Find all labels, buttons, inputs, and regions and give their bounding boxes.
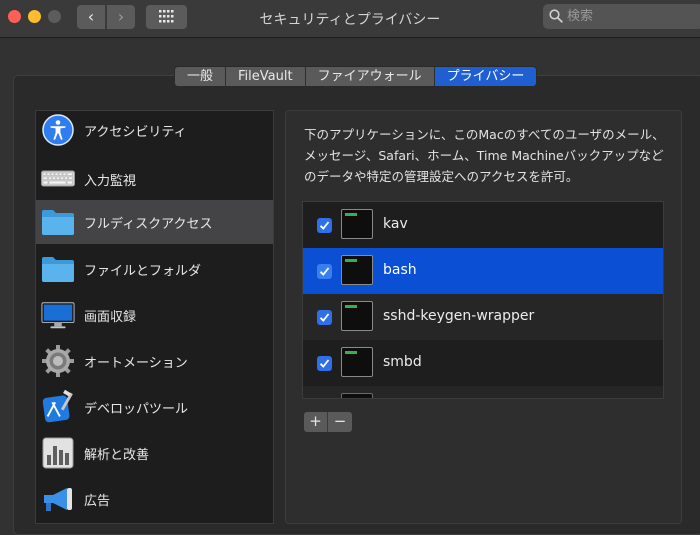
- sidebar-item-developer-tools[interactable]: デベロッパツール: [36, 385, 273, 429]
- analytics-icon: [42, 437, 74, 469]
- tab-bar: 一般 FileVault ファイアウォール プライバシー: [174, 66, 538, 87]
- app-list[interactable]: kav bash sshd-keygen-wrapper smbd: [302, 201, 664, 399]
- search-input[interactable]: [567, 7, 697, 26]
- search-field[interactable]: [543, 4, 700, 29]
- list-item[interactable]: bash: [303, 248, 663, 294]
- list-item[interactable]: sshd-keygen-wrapper: [303, 294, 663, 340]
- folder-icon: [42, 257, 74, 282]
- add-app-button[interactable]: +: [304, 412, 328, 432]
- app-name: kav: [383, 216, 408, 232]
- privacy-category-list: アクセシビリティ 入力監視 フルディスクアクセス ファイルとフォルダ 画面収録 …: [35, 110, 274, 524]
- terminal-icon: [341, 347, 373, 377]
- terminal-icon: [341, 301, 373, 331]
- remove-app-button[interactable]: −: [328, 412, 352, 432]
- sidebar-item-label: アクセシビリティ: [84, 124, 187, 140]
- terminal-icon: [341, 393, 373, 398]
- sidebar-item-full-disk-access[interactable]: フルディスクアクセス: [36, 200, 273, 244]
- tab-privacy[interactable]: プライバシー: [434, 67, 537, 86]
- megaphone-icon: [44, 488, 72, 511]
- display-icon: [41, 302, 75, 329]
- app-enabled-checkbox[interactable]: [317, 356, 332, 371]
- sidebar-item-screen-recording[interactable]: 画面収録: [36, 293, 273, 337]
- app-name: sshd-keygen-wrapper: [383, 308, 535, 324]
- terminal-icon: [341, 255, 373, 285]
- add-remove-controls: + −: [304, 412, 352, 432]
- title-bar: ‹ › セキュリティとプライバシー: [0, 0, 700, 38]
- sidebar-item-advertising[interactable]: 広告: [36, 477, 273, 521]
- sidebar-item-label: フルディスクアクセス: [84, 216, 213, 232]
- tab-general[interactable]: 一般: [175, 67, 227, 86]
- app-enabled-checkbox[interactable]: [317, 264, 332, 279]
- tab-filevault[interactable]: FileVault: [226, 67, 306, 86]
- sidebar-item-label: デベロッパツール: [84, 401, 189, 417]
- checkmark-icon: [319, 313, 330, 322]
- sidebar-item-accessibility[interactable]: アクセシビリティ: [36, 108, 273, 152]
- sidebar-item-label: 画面収録: [84, 309, 137, 325]
- sidebar-item-label: オートメーション: [84, 355, 188, 371]
- checkmark-icon: [319, 359, 330, 368]
- app-enabled-checkbox[interactable]: [317, 218, 332, 233]
- gear-icon: [42, 345, 74, 377]
- list-item-partial[interactable]: [303, 386, 663, 398]
- checkmark-icon: [319, 267, 330, 276]
- sidebar-item-label: 広告: [84, 493, 111, 509]
- checkmark-icon: [319, 221, 330, 230]
- sidebar-item-files-and-folders[interactable]: ファイルとフォルダ: [36, 247, 273, 291]
- app-name: smbd: [383, 354, 422, 370]
- terminal-icon: [341, 209, 373, 239]
- app-name: bash: [383, 262, 417, 278]
- list-item[interactable]: kav: [303, 202, 663, 248]
- app-enabled-checkbox[interactable]: [317, 310, 332, 325]
- search-icon: [549, 9, 563, 23]
- full-disk-access-description: 下のアプリケーションに、このMacのすべてのユーザのメール、メッセージ、Safa…: [304, 127, 665, 184]
- folder-icon: [42, 210, 74, 235]
- xcode-icon: [42, 389, 73, 423]
- tab-firewall[interactable]: ファイアウォール: [305, 67, 435, 86]
- sidebar-item-automation[interactable]: オートメーション: [36, 339, 273, 383]
- sidebar-item-label: 入力監視: [84, 173, 137, 189]
- accessibility-icon: [42, 114, 74, 146]
- keyboard-icon: [41, 170, 75, 187]
- sidebar-item-label: 解析と改善: [84, 447, 150, 463]
- sidebar-item-label: ファイルとフォルダ: [84, 263, 202, 279]
- sidebar-item-analytics[interactable]: 解析と改善: [36, 431, 273, 475]
- sidebar-item-input-monitoring[interactable]: 入力監視: [36, 157, 273, 201]
- list-item[interactable]: smbd: [303, 340, 663, 386]
